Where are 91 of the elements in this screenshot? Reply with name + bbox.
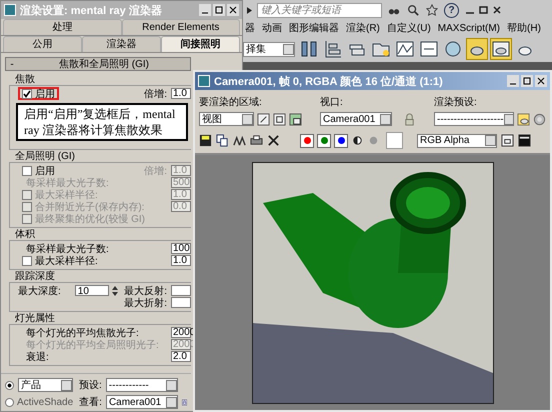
field-label: 视口: bbox=[320, 96, 344, 109]
field-label: 每个灯光的平均焦散光子: bbox=[26, 326, 139, 340]
value-field[interactable] bbox=[171, 285, 191, 296]
menu-item[interactable]: 自定义(U) bbox=[386, 21, 431, 35]
group-title: 焦散 bbox=[14, 74, 36, 85]
group-title: 灯光属性 bbox=[14, 313, 56, 324]
window-title: Camera001, 帧 0, RGBA 颜色 16 位/通道 (1:1) bbox=[214, 74, 443, 88]
channel-toggle[interactable] bbox=[334, 134, 348, 148]
globe-icon[interactable] bbox=[443, 39, 463, 59]
value-field[interactable]: 100 bbox=[171, 243, 191, 254]
half-circle-icon[interactable] bbox=[351, 134, 364, 147]
color-swatch[interactable] bbox=[386, 132, 403, 149]
checkbox[interactable] bbox=[22, 88, 32, 98]
window-title: 渲染设置: mental ray 渲染器 bbox=[20, 4, 162, 18]
group-title: 全局照明 (GI) bbox=[14, 151, 76, 162]
preset-dropdown[interactable]: -------------------- bbox=[434, 112, 514, 126]
callout-note: 启用“启用”复选框后，mental ray 渲染器将计算焦散效果 bbox=[16, 103, 188, 141]
channel-toggle[interactable] bbox=[317, 134, 331, 148]
menu-item[interactable]: MAXScript(M) bbox=[438, 22, 500, 34]
value-field[interactable]: 1.0 bbox=[171, 255, 191, 266]
tab[interactable]: 渲染器 bbox=[82, 36, 161, 52]
tab[interactable]: 公用 bbox=[3, 36, 82, 52]
window-controls-icon[interactable] bbox=[507, 75, 547, 87]
field-label: 每采样最大光子数: bbox=[26, 176, 109, 190]
app-icon bbox=[4, 4, 16, 16]
field-label: 最大深度: bbox=[18, 284, 61, 298]
field-label: 倍增: bbox=[144, 164, 167, 178]
menu-item[interactable]: 渲染(R) bbox=[346, 21, 380, 35]
align-icon[interactable] bbox=[323, 39, 343, 59]
print-icon[interactable] bbox=[250, 134, 263, 147]
group-title: 跟踪深度 bbox=[14, 271, 56, 282]
checkbox-label[interactable]: 启用 bbox=[35, 86, 55, 100]
star-icon[interactable] bbox=[425, 4, 439, 16]
field-label: 倍增: bbox=[144, 88, 167, 100]
copy-icon[interactable] bbox=[216, 134, 229, 147]
field-label: 每采样最大光子数: bbox=[26, 242, 109, 256]
field-label: 查看: bbox=[79, 396, 102, 409]
field-label: 最大折射: bbox=[124, 296, 167, 310]
mode-dropdown[interactable]: 产品 bbox=[18, 378, 73, 392]
tab[interactable]: Render Elements bbox=[122, 19, 240, 35]
menu-item[interactable]: 图形编辑器 bbox=[289, 21, 339, 35]
lock-icon[interactable] bbox=[403, 112, 416, 126]
edit-region-icon[interactable] bbox=[257, 112, 270, 126]
close-icon[interactable] bbox=[267, 134, 280, 147]
window-icon[interactable] bbox=[501, 134, 514, 147]
value-field[interactable]: 1.0 bbox=[171, 88, 191, 99]
view-dropdown[interactable]: Camera001 bbox=[106, 395, 178, 409]
spinner-arrows-icon[interactable] bbox=[112, 286, 118, 296]
spinner-field[interactable]: 10 bbox=[74, 285, 109, 296]
radio-button[interactable] bbox=[5, 398, 14, 406]
radio-label[interactable]: ActiveShade bbox=[17, 396, 74, 408]
menu-item[interactable]: 动画 bbox=[262, 21, 282, 35]
region-icon[interactable] bbox=[289, 112, 302, 126]
gear-icon[interactable] bbox=[533, 112, 546, 126]
rollout-header[interactable]: - 焦散和全局照明 (GI) bbox=[5, 57, 191, 71]
tab[interactable]: 处理 bbox=[3, 19, 122, 35]
menu-item[interactable]: 帮助(H) bbox=[507, 21, 541, 35]
channel-toggle[interactable] bbox=[300, 134, 314, 148]
window-icon[interactable] bbox=[419, 39, 439, 59]
value-field[interactable] bbox=[171, 297, 191, 308]
radio-button[interactable] bbox=[5, 380, 14, 390]
expand-arrow-icon[interactable] bbox=[247, 6, 252, 14]
app-icon bbox=[198, 75, 210, 87]
curve-graph-icon[interactable] bbox=[395, 39, 415, 59]
group-title: 体积 bbox=[14, 229, 36, 240]
panel-icon[interactable] bbox=[518, 134, 531, 147]
search-field[interactable]: 键入关键字或短语 bbox=[257, 2, 382, 18]
crop-icon[interactable] bbox=[273, 112, 286, 126]
channel-dropdown[interactable]: RGB Alpha bbox=[417, 134, 497, 148]
help-button[interactable]: ? bbox=[444, 2, 459, 18]
checkbox[interactable] bbox=[22, 166, 32, 176]
field-label: 要渲染的区域: bbox=[199, 96, 263, 109]
search-icon[interactable] bbox=[406, 4, 420, 16]
menu-item[interactable]: 器 bbox=[245, 21, 255, 35]
checkbox-label[interactable]: 最大采样半径: bbox=[35, 254, 98, 268]
field-label: 预设: bbox=[79, 379, 102, 392]
checkbox[interactable] bbox=[22, 256, 32, 266]
tab[interactable]: 间接照明 bbox=[161, 36, 240, 52]
value-field[interactable]: 2.0 bbox=[171, 351, 191, 362]
window-controls-icon[interactable] bbox=[199, 4, 239, 16]
field-label: 衰退: bbox=[26, 350, 49, 364]
checkbox-label[interactable]: 启用 bbox=[35, 164, 55, 178]
render-setup-icon[interactable] bbox=[517, 112, 530, 126]
area-dropdown[interactable]: 视图 bbox=[199, 112, 254, 126]
preset-dropdown[interactable]: ------------ bbox=[106, 378, 178, 392]
viewport-dropdown[interactable]: Camera001 bbox=[320, 112, 392, 126]
save-icon[interactable] bbox=[199, 134, 212, 147]
selection-set-dropdown[interactable]: 择集 bbox=[243, 42, 295, 56]
field-label: 最大反射: bbox=[124, 284, 167, 298]
field-label: 渲染预设: bbox=[434, 96, 478, 109]
field-label: 每个灯光的平均全局照明光子: bbox=[26, 338, 159, 352]
